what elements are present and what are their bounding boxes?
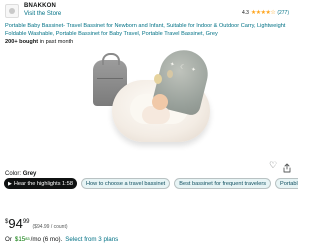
share-icon[interactable]	[282, 160, 292, 173]
monthly-term: /mo (6 mo).	[30, 236, 63, 243]
price: $ 94 99 ($94.99 / count)	[5, 216, 68, 231]
hear-highlights-label: Hear the highlights 1:58	[13, 180, 73, 187]
hear-highlights-chip[interactable]: ▶ Hear the highlights 1:58	[4, 178, 77, 189]
bought-count-bold: 200+ bought	[5, 39, 39, 45]
color-label: Color:	[5, 171, 22, 177]
price-fraction: 99	[22, 219, 30, 225]
monthly-payment: Or $1583 /mo (6 mo). Select from 3 plans	[5, 236, 118, 243]
hanging-toy-image	[167, 70, 173, 78]
heart-icon[interactable]: ♡	[268, 160, 278, 170]
rating-value: 4.3	[241, 9, 249, 16]
monthly-price: $1583	[15, 236, 30, 243]
brand-name: BNAKKON	[24, 3, 57, 9]
monthly-price-fraction: 83	[25, 236, 30, 241]
play-icon: ▶	[8, 180, 12, 187]
star-rating-icon: ★★★★☆	[250, 10, 276, 16]
suggestion-chip[interactable]: Portable	[275, 178, 298, 189]
monthly-or: Or	[5, 236, 12, 243]
product-title[interactable]: Portable Baby Bassinet- Travel Bassinet …	[5, 22, 291, 38]
hanging-toy-image	[154, 74, 162, 84]
brand-header: BNAKKON Visit the Store 4.3 ★★★★☆ (277)	[5, 3, 289, 21]
visit-store-link[interactable]: Visit the Store	[24, 11, 61, 17]
price-whole: 94	[8, 216, 23, 231]
bought-count-rest: in past month	[38, 39, 74, 45]
color-value: Grey	[22, 171, 37, 177]
brand-logo[interactable]	[5, 4, 19, 18]
product-image[interactable]	[0, 45, 294, 168]
price-unit: ($94.99 / count)	[32, 224, 68, 230]
suggestion-chip[interactable]: Best bassinet for frequent travelers	[174, 178, 271, 189]
bought-count: 200+ bought in past month	[5, 39, 73, 45]
chip-row: ▶ Hear the highlights 1:58 How to choose…	[4, 178, 298, 189]
select-plans-link[interactable]: Select from 3 plans	[65, 236, 118, 243]
rating[interactable]: 4.3 ★★★★☆ (277)	[241, 9, 289, 17]
monthly-price-main: $15	[14, 236, 26, 243]
color-selection: Color: Grey	[5, 171, 36, 177]
rating-count[interactable]: (277)	[277, 10, 289, 16]
baby-head-image	[152, 94, 168, 110]
suggestion-chip[interactable]: How to choose a travel bassinet	[80, 178, 171, 189]
